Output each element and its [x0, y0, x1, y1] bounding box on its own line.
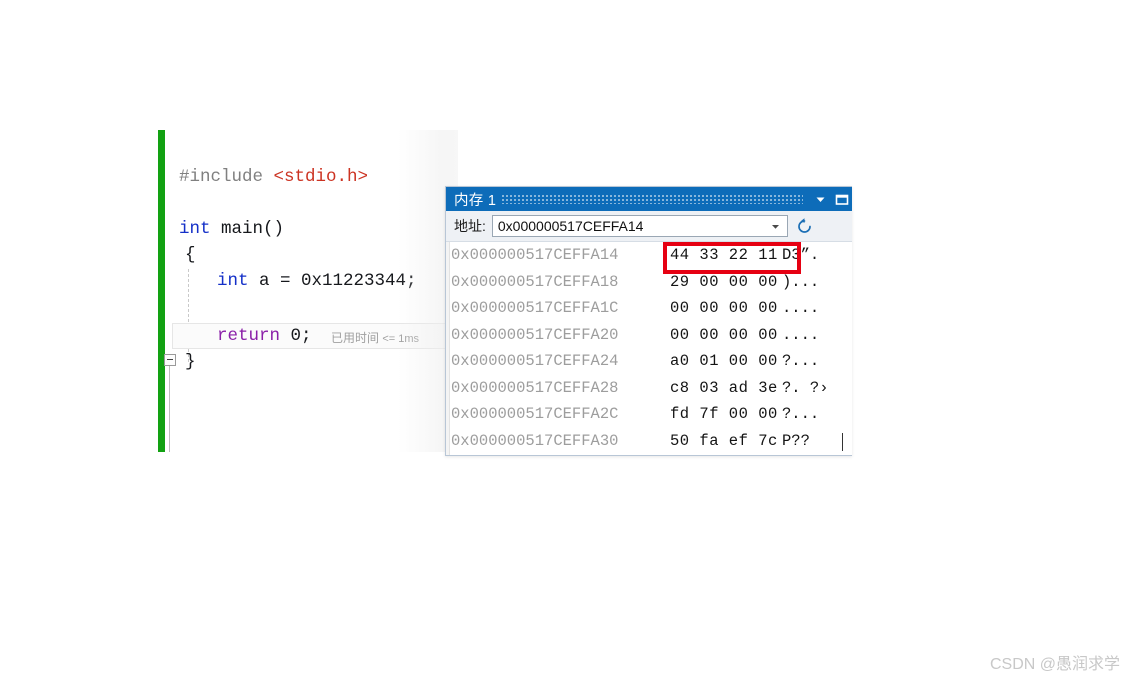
memory-hex-cell[interactable]: 00 00 00 00 [670, 322, 778, 349]
maximize-icon[interactable] [831, 188, 852, 210]
address-input[interactable]: 0x000000517CEFFA14 [498, 218, 644, 234]
address-combobox[interactable]: 0x000000517CEFFA14 [491, 215, 788, 237]
text-caret [842, 433, 843, 451]
refresh-icon[interactable] [793, 214, 817, 238]
code-token: int [217, 271, 260, 291]
memory-row[interactable]: 0x000000517CEFFA18 29 00 00 00)... [451, 269, 851, 296]
memory-window-title: 内存 1 [454, 192, 497, 209]
code-line: #include <stdio.h> [179, 164, 368, 190]
code-line: { [185, 242, 196, 268]
changed-lines-indicator-bar [158, 130, 165, 452]
code-line: } [185, 349, 196, 375]
memory-row[interactable]: 0x000000517CEFFA24 a0 01 00 00?... [451, 348, 851, 375]
memory-address-cell: 0x000000517CEFFA18 [451, 272, 619, 291]
code-token: return [217, 326, 291, 346]
memory-window[interactable]: 内存 1 地址: 0x000000517CEFFA14 0x000000517C… [445, 186, 852, 456]
memory-address-cell: 0x000000517CEFFA2C [451, 405, 619, 423]
memory-address-cell: 0x000000517CEFFA28 [451, 378, 619, 397]
memory-ascii-cell[interactable]: D3”. [782, 242, 819, 269]
memory-address-cell: 0x000000517CEFFA14 [451, 246, 619, 264]
memory-row[interactable]: 0x000000517CEFFA14 44 33 22 11 D3”. [451, 242, 851, 269]
memory-hex-cell[interactable]: 29 00 00 00 [670, 269, 778, 296]
memory-row[interactable]: 0x000000517CEFFA2C fd 7f 00 00?... [451, 401, 851, 428]
elapsed-time-label: 已用时间 [331, 331, 380, 345]
code-token: a = 0x11223344; [259, 271, 417, 291]
code-token: #include [179, 167, 274, 187]
memory-window-toolbar[interactable]: 地址: 0x000000517CEFFA14 [446, 211, 852, 242]
memory-address-cell: 0x000000517CEFFA30 [451, 431, 619, 450]
code-token: 0; [290, 326, 312, 346]
window-drag-grip[interactable] [502, 194, 803, 204]
memory-hex-cell[interactable]: 00 00 00 00 [670, 295, 778, 322]
chevron-down-icon[interactable] [809, 188, 831, 210]
memory-ascii-cell[interactable]: ?... [782, 348, 819, 375]
memory-hex-cell[interactable]: a0 01 00 00 [670, 348, 778, 375]
memory-dump-body[interactable]: 0x000000517CEFFA14 44 33 22 11 D3”. 0x00000… [446, 242, 852, 455]
watermark: CSDN @愚润求学 [989, 656, 1120, 673]
code-text-area[interactable]: #include <stdio.h> int main() { int a = 0x1… [165, 130, 458, 452]
code-token: } [185, 352, 196, 372]
code-token: { [185, 245, 196, 265]
memory-hex-cell[interactable]: 44 33 22 11 [670, 242, 778, 269]
elapsed-time-annotation: 已用时间 <= 1ms [331, 329, 419, 346]
memory-ascii-cell[interactable]: ?... [782, 401, 819, 428]
memory-hex-cell[interactable]: 50 fa ef 7c [670, 428, 778, 455]
memory-address-cell: 0x000000517CEFFA1C [451, 299, 619, 317]
code-line: return 0; [217, 323, 312, 349]
memory-row[interactable]: 0x000000517CEFFA28 c8 03 ad 3e?. ?› [451, 375, 851, 402]
memory-ascii-cell[interactable]: .... [782, 295, 819, 322]
memory-ascii-cell[interactable]: ?. ?› [782, 375, 829, 402]
memory-ascii-cell[interactable]: P?? [782, 428, 810, 455]
memory-row[interactable]: 0x000000517CEFFA1C 00 00 00 00.... [451, 295, 851, 322]
memory-hex-cell[interactable]: fd 7f 00 00 [670, 401, 778, 428]
memory-row[interactable]: 0x000000517CEFFA20 00 00 00 00.... [451, 322, 851, 349]
code-token: <stdio.h> [273, 167, 369, 187]
memory-address-cell: 0x000000517CEFFA20 [451, 325, 619, 344]
code-line: int a = 0x11223344; [217, 268, 417, 294]
memory-row[interactable]: 0x000000517CEFFA30 50 fa ef 7c P?? [451, 428, 851, 455]
memory-ascii-cell[interactable]: )... [782, 269, 819, 296]
code-token: main() [221, 219, 285, 239]
memory-hex-cell[interactable]: c8 03 ad 3e [670, 375, 778, 402]
memory-address-cell: 0x000000517CEFFA24 [451, 352, 619, 370]
code-editor[interactable]: #include <stdio.h> int main() { int a = 0x1… [158, 130, 458, 452]
memory-window-titlebar[interactable]: 内存 1 [446, 187, 852, 211]
chevron-down-icon[interactable] [768, 216, 784, 236]
address-label: 地址: [454, 218, 486, 234]
memory-gutter [446, 242, 450, 455]
elapsed-time-value: <= 1ms [382, 333, 420, 345]
code-token: int [179, 219, 222, 239]
code-line: int main() [179, 216, 284, 242]
memory-ascii-cell[interactable]: .... [782, 322, 819, 349]
